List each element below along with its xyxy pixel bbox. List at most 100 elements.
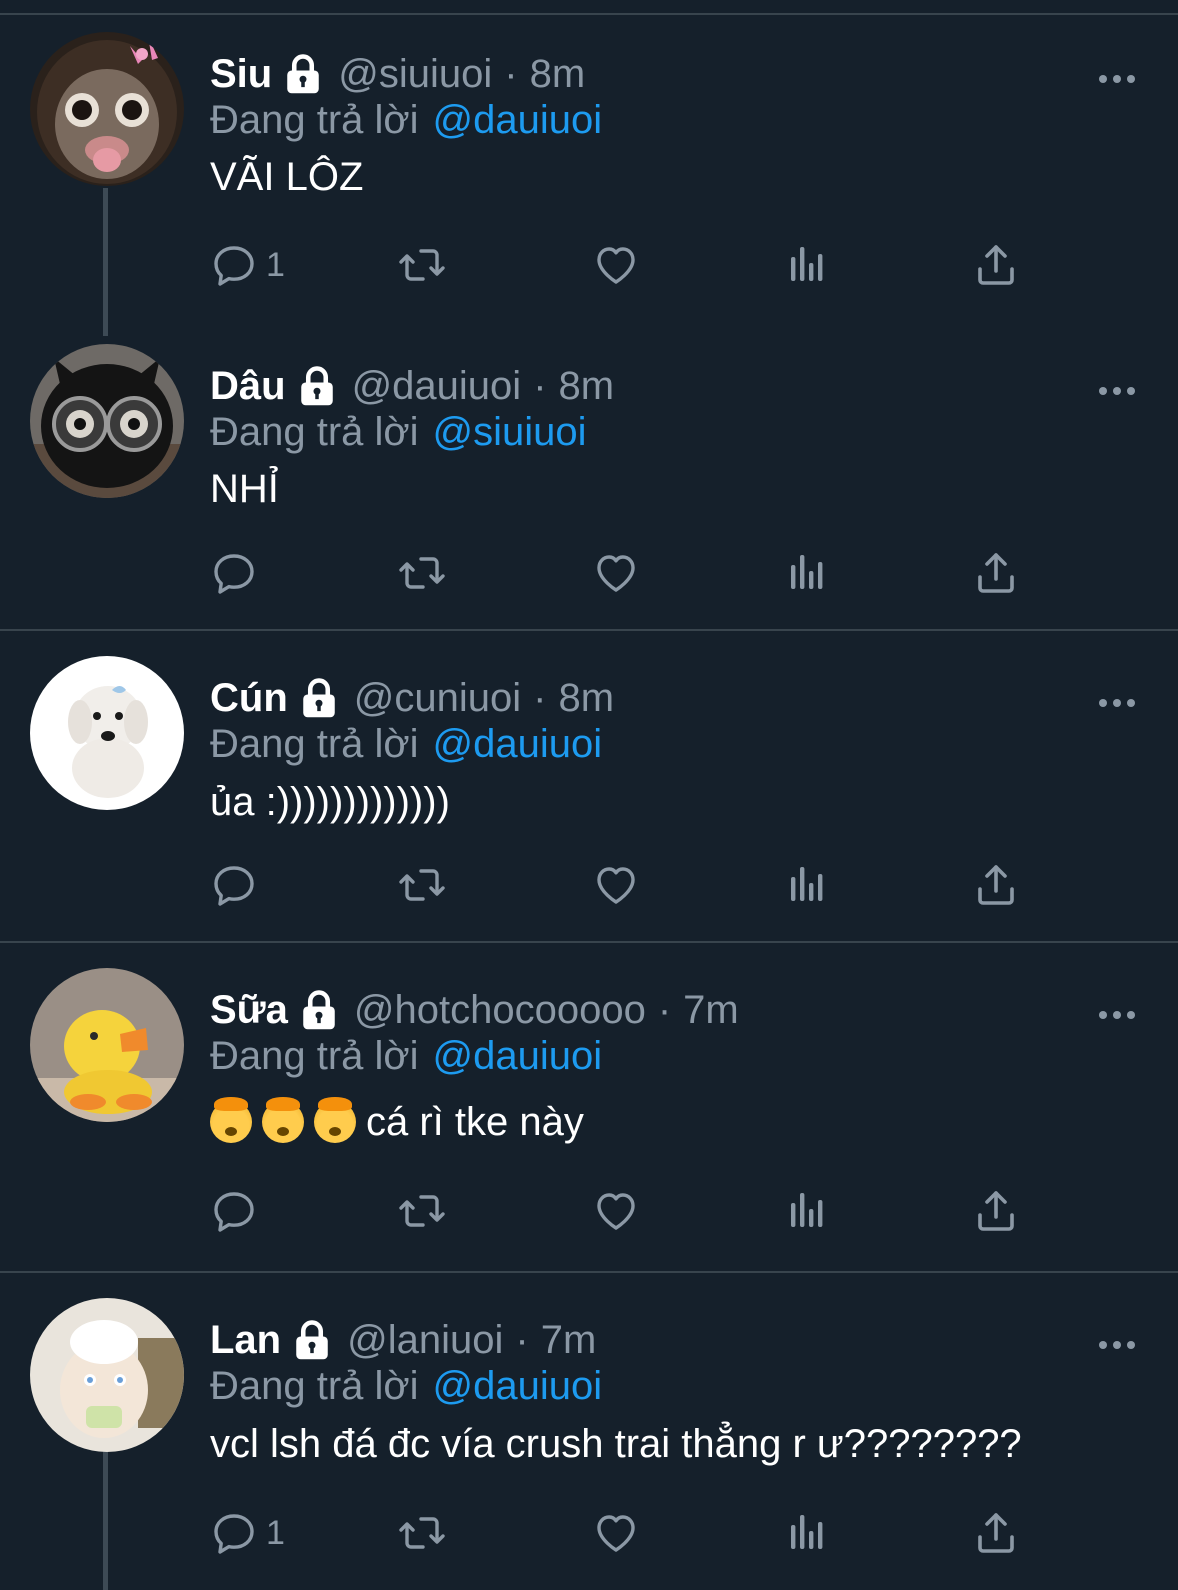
separator: · — [657, 987, 672, 1032]
tweet[interactable]: Dâu @dauiuoi · 8m Đang trả lời @siuiuoi N… — [0, 344, 1178, 624]
lock-icon — [298, 989, 340, 1031]
like-button[interactable] — [592, 240, 640, 290]
user-handle[interactable]: @laniuoi — [347, 1318, 503, 1363]
tweet-divider — [0, 941, 1178, 943]
timestamp[interactable]: 8m — [559, 364, 615, 409]
avatar[interactable] — [30, 1298, 184, 1452]
avatar[interactable] — [30, 344, 184, 498]
like-button[interactable] — [592, 1508, 640, 1558]
heart-icon — [592, 861, 640, 909]
avatar[interactable] — [30, 968, 184, 1122]
tweet[interactable]: Cún @cuniuoi · 8m Đang trả lời @dauiuoi ủ… — [0, 656, 1178, 936]
heart-icon — [592, 549, 640, 597]
views-button[interactable] — [783, 1186, 831, 1236]
reply-prefix: Đang trả lời — [210, 722, 419, 766]
retweet-button[interactable] — [398, 860, 446, 910]
lock-icon — [298, 677, 340, 719]
exploding-head-emoji — [314, 1097, 356, 1144]
heart-icon — [592, 1509, 640, 1557]
retweet-button[interactable] — [398, 1186, 446, 1236]
views-button[interactable] — [783, 548, 831, 598]
more-icon[interactable] — [1097, 1338, 1137, 1352]
reply-button[interactable]: 1 — [210, 240, 285, 290]
separator: · — [533, 675, 547, 720]
views-icon — [783, 241, 831, 289]
tweet-divider — [0, 1271, 1178, 1273]
reply-context: Đang trả lời @siuiuoi — [210, 410, 587, 455]
retweet-button[interactable] — [398, 548, 446, 598]
reply-button[interactable]: 1 — [210, 1508, 285, 1558]
timestamp[interactable]: 7m — [683, 988, 739, 1033]
reply-icon — [210, 1187, 258, 1235]
reply-to-link[interactable]: @dauiuoi — [433, 98, 603, 142]
reply-button[interactable] — [210, 548, 266, 598]
tweet-actions: 1 — [210, 240, 1040, 290]
reply-to-link[interactable]: @dauiuoi — [433, 1034, 603, 1078]
tweet[interactable]: Siu @siuiuoi · 8m Đang trả lời @dauiuoi V… — [0, 32, 1178, 332]
timestamp[interactable]: 8m — [530, 52, 586, 97]
reply-context: Đang trả lời @dauiuoi — [210, 1364, 602, 1409]
exploding-head-emoji — [262, 1097, 304, 1144]
share-button[interactable] — [972, 548, 1020, 598]
views-button[interactable] — [783, 1508, 831, 1558]
share-button[interactable] — [972, 240, 1020, 290]
tweet-actions: 1 — [210, 1508, 1040, 1558]
more-icon[interactable] — [1097, 384, 1137, 398]
reply-context: Đang trả lời @dauiuoi — [210, 98, 602, 143]
exploding-head-emoji — [210, 1097, 252, 1144]
more-icon[interactable] — [1097, 696, 1137, 710]
tweet-text: VÃI LÔZ — [210, 155, 364, 199]
separator: · — [533, 363, 547, 408]
views-button[interactable] — [783, 860, 831, 910]
tweet-divider — [0, 629, 1178, 631]
user-handle[interactable]: @siuiuoi — [338, 52, 492, 97]
reply-count: 1 — [266, 1513, 285, 1552]
reply-context: Đang trả lời @dauiuoi — [210, 722, 602, 767]
tweet-text: NHỈ — [210, 467, 279, 511]
retweet-icon — [398, 241, 446, 289]
display-name[interactable]: Siu — [210, 52, 272, 97]
display-name[interactable]: Dâu — [210, 364, 286, 409]
separator: · — [504, 51, 518, 96]
timestamp[interactable]: 8m — [558, 676, 614, 721]
lock-icon — [296, 365, 338, 407]
reply-icon — [210, 241, 258, 289]
timestamp[interactable]: 7m — [541, 1318, 597, 1363]
top-divider — [0, 13, 1178, 15]
reply-prefix: Đang trả lời — [210, 1364, 419, 1408]
more-icon[interactable] — [1097, 72, 1137, 86]
avatar[interactable] — [30, 656, 184, 810]
retweet-icon — [398, 1187, 446, 1235]
tweet[interactable]: Sữa @hotchocooooo · 7m Đang trả lời @daui… — [0, 968, 1178, 1258]
reply-to-link[interactable]: @dauiuoi — [433, 1364, 603, 1408]
retweet-button[interactable] — [398, 240, 446, 290]
share-button[interactable] — [972, 860, 1020, 910]
retweet-icon — [398, 861, 446, 909]
reply-button[interactable] — [210, 1186, 266, 1236]
tweet-text: ủa :))))))))))))) — [210, 780, 450, 824]
reply-to-link[interactable]: @dauiuoi — [433, 722, 603, 766]
like-button[interactable] — [592, 548, 640, 598]
like-button[interactable] — [592, 1186, 640, 1236]
display-name[interactable]: Sữa — [210, 988, 288, 1033]
reply-to-link[interactable]: @siuiuoi — [433, 410, 587, 454]
reply-button[interactable] — [210, 860, 266, 910]
lock-icon — [291, 1319, 333, 1361]
reply-count: 1 — [266, 245, 285, 284]
views-button[interactable] — [783, 240, 831, 290]
share-button[interactable] — [972, 1508, 1020, 1558]
user-handle[interactable]: @hotchocooooo — [354, 988, 646, 1033]
like-button[interactable] — [592, 860, 640, 910]
share-icon — [972, 861, 1020, 909]
share-button[interactable] — [972, 1186, 1020, 1236]
display-name[interactable]: Lan — [210, 1318, 281, 1363]
user-handle[interactable]: @dauiuoi — [352, 364, 522, 409]
tweet[interactable]: Lan @laniuoi · 7m Đang trả lời @dauiuoi v… — [0, 1298, 1178, 1590]
avatar[interactable] — [30, 32, 184, 186]
display-name[interactable]: Cún — [210, 676, 288, 721]
share-icon — [972, 1187, 1020, 1235]
user-handle[interactable]: @cuniuoi — [354, 676, 521, 721]
heart-icon — [592, 1187, 640, 1235]
more-icon[interactable] — [1097, 1008, 1137, 1022]
retweet-button[interactable] — [398, 1508, 446, 1558]
